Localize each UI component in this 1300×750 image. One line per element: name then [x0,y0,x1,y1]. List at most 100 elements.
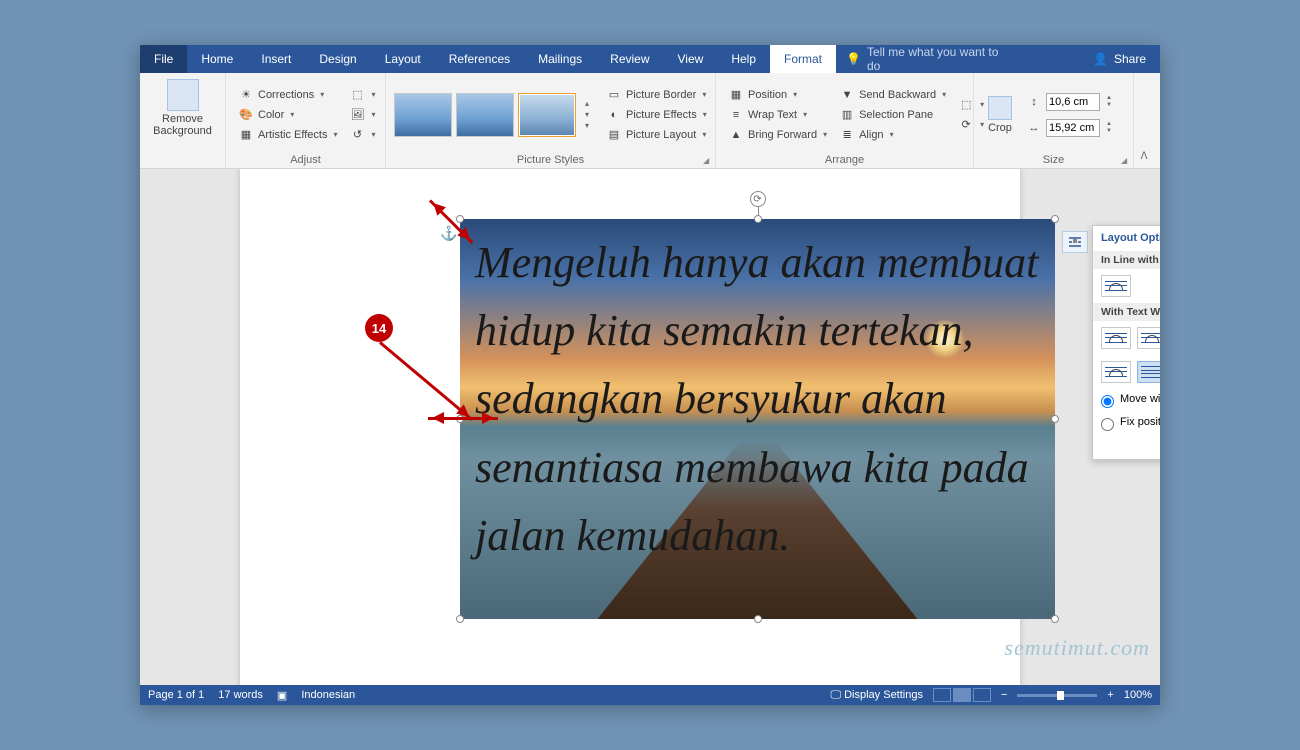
tab-home[interactable]: Home [187,45,247,73]
effects-label: Artistic Effects [258,129,327,141]
tab-help[interactable]: Help [717,45,770,73]
corrections-button[interactable]: ☀Corrections [234,86,342,104]
crop-button[interactable]: Crop [982,77,1018,152]
group-arrange: ▦Position ≡Wrap Text ▲ Bring Forward ▼Sen… [716,73,974,168]
align-button[interactable]: ≣Align [835,126,950,144]
height-input[interactable] [1046,93,1100,111]
gallery-more[interactable]: ▴▾▾ [580,99,594,130]
width-input[interactable] [1046,119,1100,137]
move-with-text-radio[interactable]: Move with text i [1093,389,1160,412]
wrap-inline[interactable] [1101,275,1131,297]
style-gallery[interactable]: ▴▾▾ [394,77,594,152]
arrange-group-label: Arrange [724,152,965,166]
style-thumb-2[interactable] [456,93,514,137]
width-spinner[interactable]: ▲▼ [1106,121,1112,135]
forward-icon: ▲ [728,127,744,143]
zoom-out[interactable]: − [1001,689,1007,701]
selection-pane-button[interactable]: ▥Selection Pane [835,106,950,124]
tab-view[interactable]: View [664,45,718,73]
wrap-tight[interactable] [1137,327,1160,349]
handle-bl[interactable] [456,615,464,623]
zoom-slider[interactable] [1017,694,1097,697]
web-layout[interactable] [973,688,991,702]
inline-section: In Line with Text [1093,251,1160,269]
crop-icon [988,96,1012,120]
change-pic-icon: 🖼 [350,107,366,123]
handle-tr[interactable] [1051,215,1059,223]
layout-options-icon [1067,234,1083,250]
picture-border-button[interactable]: ▭Picture Border [602,86,711,104]
fix-label: Fix position on page [1120,416,1160,428]
remove-background-button[interactable]: Remove Background [148,77,217,139]
compress-button[interactable]: ⬚ [346,86,380,104]
document-text[interactable]: Mengeluh hanya akan membuat hidup kita s… [475,229,1095,570]
color-button[interactable]: 🎨 Color [234,106,342,124]
tab-mailings[interactable]: Mailings [524,45,596,73]
tab-insert[interactable]: Insert [247,45,305,73]
print-layout[interactable] [953,688,971,702]
read-mode[interactable] [933,688,951,702]
backward-label: Send Backward [859,89,936,101]
share-button[interactable]: 👤 Share [1079,45,1160,73]
width-field[interactable]: ↔▲▼ [1022,118,1116,138]
zoom-level[interactable]: 100% [1124,689,1152,701]
size-launcher[interactable]: ◢ [1121,156,1131,166]
tab-file[interactable]: File [140,45,187,73]
wrap-behind[interactable] [1137,361,1160,383]
language-status[interactable]: Indonesian [301,689,355,701]
move-radio-input[interactable] [1101,395,1114,408]
collapse-ribbon[interactable]: ᐱ [1134,73,1154,168]
color-icon: 🎨 [238,107,254,123]
pic-layout-icon: ▤ [606,127,622,143]
handle-br[interactable] [1051,615,1059,623]
handle-t[interactable] [754,215,762,223]
height-field[interactable]: ↕▲▼ [1022,92,1116,112]
display-settings[interactable]: 🖵 Display Settings [830,689,923,702]
view-buttons [933,688,991,702]
handle-tl[interactable] [456,215,464,223]
tab-format[interactable]: Format [770,45,836,73]
change-picture-button[interactable]: 🖼 [346,106,380,124]
page-status[interactable]: Page 1 of 1 [148,689,204,701]
layout-panel-title: Layout Options [1101,232,1160,245]
artistic-effects-button[interactable]: ▦ Artistic Effects [234,126,342,144]
style-thumb-1[interactable] [394,93,452,137]
layout-options-button[interactable] [1062,231,1088,253]
document-area[interactable]: ⚓ 14 ⟳ Mengeluh hanya a [140,169,1160,685]
wrap-square[interactable] [1101,327,1131,349]
see-more-link[interactable]: See more... [1093,435,1160,453]
handle-b[interactable] [754,615,762,623]
tab-review[interactable]: Review [596,45,663,73]
styles-launcher[interactable]: ◢ [703,156,713,166]
picture-effects-button[interactable]: ◐Picture Effects [602,106,711,124]
forward-label: Bring Forward [748,129,817,141]
page: ⚓ 14 ⟳ Mengeluh hanya a [240,169,1020,685]
wrap-icon: ≡ [728,107,744,123]
fix-radio-input[interactable] [1101,418,1114,431]
fix-position-radio[interactable]: Fix position on page i [1093,412,1160,435]
reset-picture-button[interactable]: ↺ [346,126,380,144]
tell-me-search[interactable]: 💡 Tell me what you want to do [836,45,1011,73]
corrections-label: Corrections [258,89,314,101]
effects-icon: ▦ [238,127,254,143]
bring-forward-button[interactable]: ▲ Bring Forward [724,126,831,144]
wrap-topbottom[interactable] [1101,361,1131,383]
tab-layout[interactable]: Layout [371,45,435,73]
wrapping-section: With Text Wrapping [1093,303,1160,321]
position-button[interactable]: ▦Position [724,86,831,104]
style-thumb-3[interactable] [518,93,576,137]
word-count[interactable]: 17 words [218,689,263,701]
pic-effects-icon: ◐ [606,107,622,123]
height-spinner[interactable]: ▲▼ [1106,95,1112,109]
tab-design[interactable]: Design [305,45,370,73]
spell-check-icon[interactable]: ▣ [277,689,287,702]
tab-references[interactable]: References [435,45,524,73]
color-label: Color [258,109,284,121]
send-backward-button[interactable]: ▼Send Backward [835,86,950,104]
picture-layout-button[interactable]: ▤Picture Layout [602,126,711,144]
group-size: Crop ↕▲▼ ↔▲▼ Size ◢ [974,73,1134,168]
group-adjust: ☀Corrections 🎨Color ▦Artistic Effects ⬚ … [226,73,386,168]
zoom-in[interactable]: + [1107,689,1113,701]
rotate-handle[interactable]: ⟳ [750,191,766,207]
wrap-text-button[interactable]: ≡Wrap Text [724,106,831,124]
